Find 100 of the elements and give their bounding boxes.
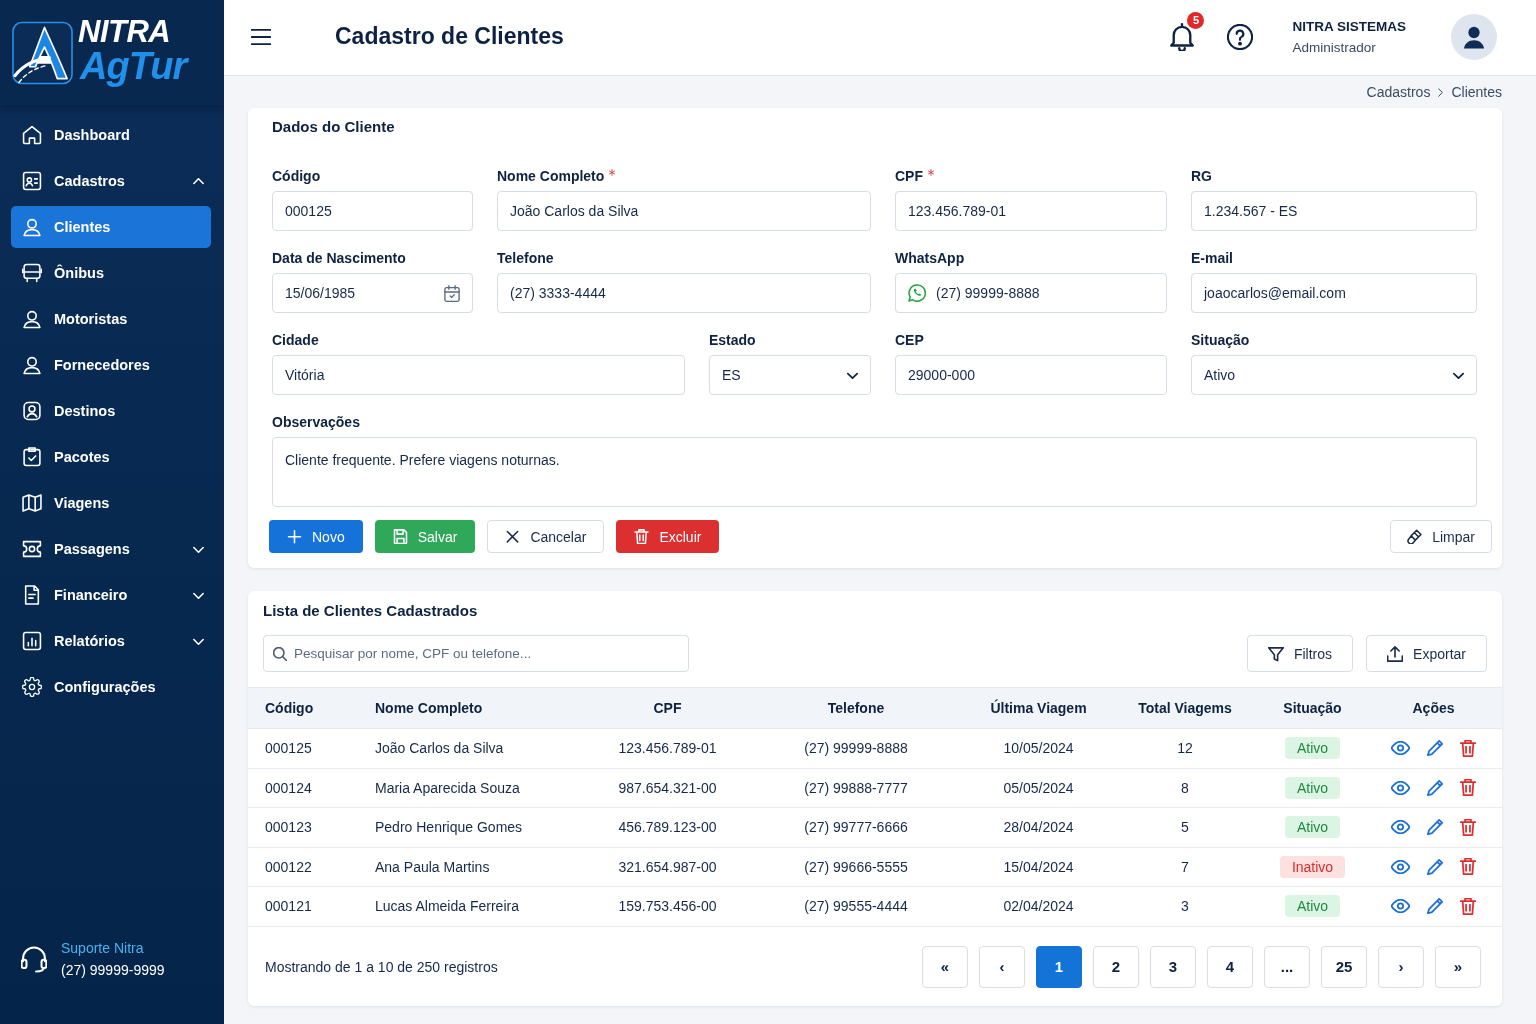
table-cell: 05/05/2024 (967, 768, 1110, 808)
sidebar-item[interactable]: Configurações (11, 666, 211, 708)
sidebar-item[interactable]: Cadastros (11, 160, 211, 202)
delete-button[interactable]: Excluir (616, 520, 720, 553)
select-field[interactable]: Ativo (1191, 355, 1477, 395)
table-cell: 000124 (248, 768, 358, 808)
menu-icon[interactable] (251, 28, 271, 45)
pencil-icon[interactable] (1427, 740, 1443, 757)
support-title[interactable]: Suporte Nitra (61, 940, 165, 956)
trash-icon[interactable] (1460, 858, 1476, 876)
eye-icon[interactable] (1391, 820, 1410, 835)
eraser-icon (1407, 529, 1423, 544)
eye-icon[interactable] (1391, 741, 1410, 756)
table-cell: Lucas Almeida Ferreira (358, 886, 590, 926)
table-cell: (27) 99999-8888 (745, 728, 967, 768)
filter-button[interactable]: Filtros (1246, 635, 1354, 672)
sidebar-item[interactable]: Dashboard (11, 114, 211, 156)
clear-button[interactable]: Limpar (1390, 520, 1492, 553)
user-silhouette-icon[interactable] (1451, 13, 1497, 60)
trash-icon[interactable] (1460, 897, 1476, 915)
column-header: CPF (590, 687, 745, 729)
eye-icon[interactable] (1391, 859, 1410, 874)
house-icon (22, 125, 42, 145)
pencil-icon[interactable] (1427, 898, 1443, 915)
table-cell: 3 (1110, 886, 1260, 926)
chevron-right-icon (1438, 87, 1444, 97)
page-button[interactable]: « (922, 945, 968, 988)
trash-icon[interactable] (1460, 818, 1476, 836)
chevron-down-icon[interactable] (193, 545, 204, 553)
text-field[interactable]: joaocarlos@email.com (1191, 273, 1477, 313)
column-header: Ações (1365, 687, 1502, 729)
textarea-field[interactable]: Cliente frequente. Prefere viagens noturnas. (272, 437, 1477, 507)
settings-icon (22, 677, 42, 697)
user-badge-icon (22, 401, 42, 421)
help-icon[interactable] (1227, 23, 1254, 50)
chevron-down-icon[interactable] (193, 637, 204, 645)
text-field[interactable]: (27) 3333-4444 (497, 273, 871, 313)
sidebar-item[interactable]: Destinos (11, 390, 211, 432)
logo-text: NITRA (78, 16, 172, 47)
cancel-button[interactable]: Cancelar (487, 520, 605, 553)
page-button[interactable]: » (1435, 945, 1481, 988)
page-button[interactable]: 3 (1150, 945, 1196, 988)
text-field[interactable]: 1.234.567 - ES (1191, 191, 1477, 231)
sidebar-item[interactable]: Motoristas (11, 298, 211, 340)
eye-icon[interactable] (1391, 780, 1410, 795)
select-field[interactable]: ES (709, 355, 871, 395)
sidebar-item[interactable]: Passagens (11, 528, 211, 570)
text-field[interactable]: 29000-000 (895, 355, 1167, 395)
table-cell: 321.654.987-00 (590, 847, 745, 887)
page-button[interactable]: 1 (1036, 945, 1082, 988)
page-button[interactable]: ‹ (979, 945, 1025, 988)
sidebar-item[interactable]: Clientes (11, 206, 211, 248)
funnel-icon (1267, 645, 1284, 662)
eye-icon[interactable] (1391, 899, 1410, 914)
notification-badge: 5 (1187, 11, 1205, 29)
status-badge: Ativo (1284, 816, 1341, 839)
table-cell: 02/04/2024 (967, 886, 1110, 926)
novo-button[interactable]: Novo (269, 520, 363, 553)
status-badge: Ativo (1284, 737, 1341, 760)
headset-icon (21, 945, 47, 973)
trash-icon[interactable] (1460, 779, 1476, 797)
chevron-up-icon[interactable] (193, 177, 204, 185)
page-button[interactable]: ... (1264, 945, 1310, 988)
bar-chart-icon (22, 631, 42, 651)
pencil-icon[interactable] (1427, 858, 1443, 875)
page-button[interactable]: 2 (1093, 945, 1139, 988)
support-phone: (27) 99999-9999 (61, 962, 165, 978)
page-button[interactable]: 25 (1321, 945, 1367, 988)
text-field[interactable]: 000125 (272, 191, 473, 231)
sidebar-item[interactable]: Fornecedores (11, 344, 211, 386)
user-icon (22, 355, 42, 375)
calendar-icon[interactable] (444, 284, 460, 302)
table-cell: (27) 99555-4444 (745, 886, 967, 926)
sidebar-item[interactable]: Pacotes (11, 436, 211, 478)
search-icon (273, 646, 287, 661)
sidebar-item[interactable]: Relatórios (11, 620, 211, 662)
text-field[interactable]: 123.456.789-01 (895, 191, 1167, 231)
pencil-icon[interactable] (1427, 779, 1443, 796)
export-button[interactable]: Exportar (1366, 635, 1487, 672)
search-field[interactable]: Pesquisar por nome, CPF ou telefone... (263, 635, 689, 672)
sidebar-item[interactable]: Financeiro (11, 574, 211, 616)
sidebar-item[interactable]: Viagens (11, 482, 211, 524)
close-icon (505, 529, 521, 544)
page-button[interactable]: 4 (1207, 945, 1253, 988)
pencil-icon[interactable] (1427, 819, 1443, 836)
text-field[interactable]: Vitória (272, 355, 685, 395)
trash-icon[interactable] (1460, 739, 1476, 757)
table-cell: 28/04/2024 (967, 807, 1110, 847)
chevron-down-icon[interactable] (193, 591, 204, 599)
text-field[interactable]: João Carlos da Silva (497, 191, 871, 231)
field-label: Data de Nascimento (272, 249, 406, 267)
page-button[interactable]: › (1378, 945, 1424, 988)
phone-field[interactable]: (27) 99999-8888 (895, 273, 1167, 313)
table-cell: (27) 99888-7777 (745, 768, 967, 808)
table-cell: Ana Paula Martins (358, 847, 590, 887)
date-field[interactable]: 15/06/1985 (272, 273, 473, 313)
status-badge: Ativo (1284, 895, 1341, 918)
sidebar-item[interactable]: Ônibus (11, 252, 211, 294)
bell-icon[interactable] (1170, 22, 1195, 51)
breadcrumb-link[interactable]: Cadastros (1366, 84, 1431, 100)
